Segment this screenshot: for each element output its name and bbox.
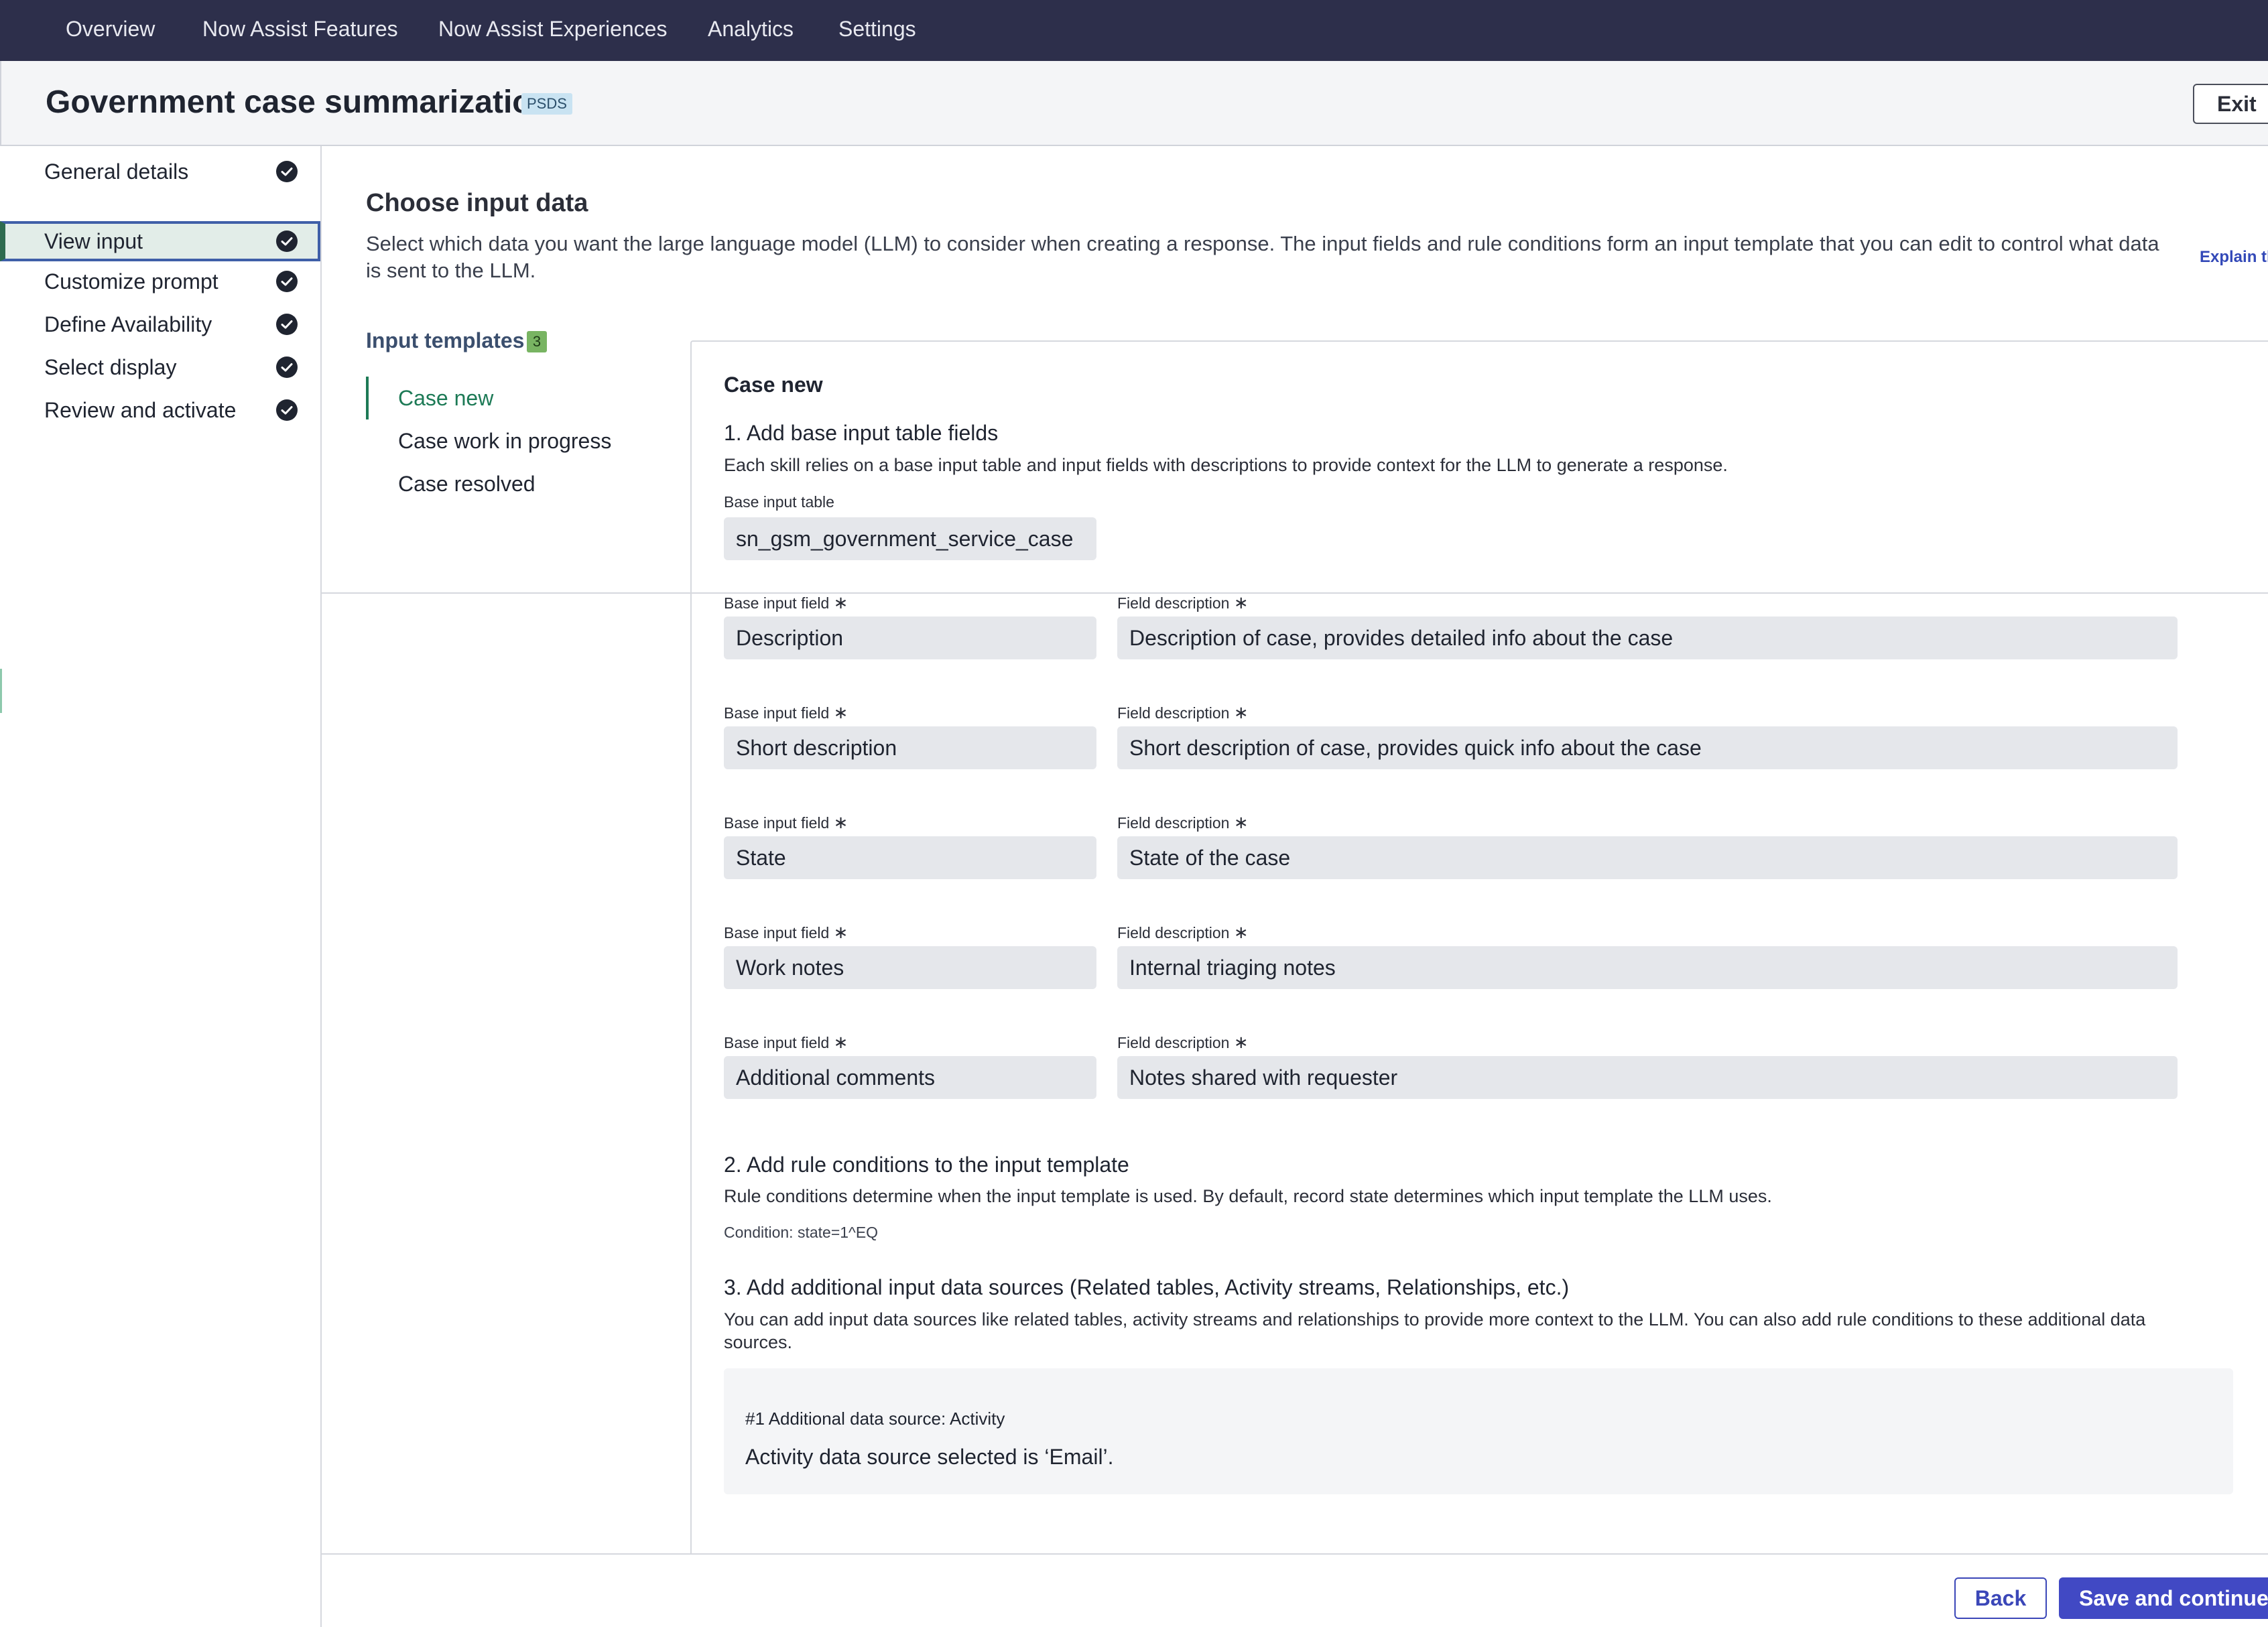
field-description-label: Field description ∗ bbox=[1117, 812, 1249, 832]
base-input-table-field[interactable]: sn_gsm_government_service_case bbox=[724, 517, 1096, 560]
step-view-input[interactable]: View input bbox=[0, 221, 320, 261]
step-define-availability[interactable]: Define Availability bbox=[0, 304, 320, 344]
field-description-input[interactable]: Description of case, provides detailed i… bbox=[1117, 616, 2178, 659]
field-description-input[interactable]: Short description of case, provides quic… bbox=[1117, 726, 2178, 769]
nav-settings[interactable]: Settings bbox=[838, 0, 916, 61]
step-customize-prompt[interactable]: Customize prompt bbox=[0, 261, 320, 302]
sidebar-divider bbox=[320, 146, 322, 1627]
step-general-details[interactable]: General details bbox=[0, 151, 320, 192]
rule-condition: Condition: state=1^EQ bbox=[724, 1224, 879, 1241]
additional-source-box bbox=[724, 1368, 2233, 1494]
field-description-label: Field description ∗ bbox=[1117, 922, 1249, 942]
additional-source-title: #1 Additional data source: Activity bbox=[745, 1409, 1005, 1429]
page-header: Government case summarization PSDS Exit bbox=[0, 61, 2268, 146]
step-label: View input bbox=[44, 229, 143, 253]
sidebar-accent bbox=[0, 669, 2, 713]
base-input-field[interactable]: State bbox=[724, 836, 1096, 879]
field-description-input[interactable]: Internal triaging notes bbox=[1117, 946, 2178, 989]
template-case-work-in-progress[interactable]: Case work in progress bbox=[366, 419, 611, 462]
base-input-field-label: Base input field ∗ bbox=[724, 702, 848, 722]
section1-title: 1. Add base input table fields bbox=[724, 421, 999, 445]
section1-description: Each skill relies on a base input table … bbox=[724, 455, 1728, 475]
templates-count-badge: 3 bbox=[527, 331, 547, 352]
check-circle-icon bbox=[276, 314, 298, 335]
section-title: Choose input data bbox=[366, 189, 588, 217]
page-title: Government case summarization bbox=[46, 84, 552, 120]
field-description-label: Field description ∗ bbox=[1117, 702, 1249, 722]
base-input-field[interactable]: Short description bbox=[724, 726, 1096, 769]
back-button[interactable]: Back bbox=[1954, 1577, 2047, 1619]
base-input-field-label: Base input field ∗ bbox=[724, 922, 848, 942]
template-case-new[interactable]: Case new bbox=[366, 377, 493, 419]
section2-description: Rule conditions determine when the input… bbox=[724, 1186, 1772, 1206]
explain-link[interactable]: Explain th bbox=[2200, 248, 2268, 267]
section3-title: 3. Add additional input data sources (Re… bbox=[724, 1275, 1570, 1299]
save-and-continue-button[interactable]: Save and continue bbox=[2059, 1577, 2268, 1619]
card-title: Case new bbox=[724, 373, 823, 397]
check-circle-icon bbox=[276, 161, 298, 182]
field-description-input[interactable]: Notes shared with requester bbox=[1117, 1056, 2178, 1099]
input-templates-title: Input templates bbox=[366, 328, 525, 352]
field-description-label: Field description ∗ bbox=[1117, 1032, 1249, 1052]
check-circle-icon bbox=[276, 271, 298, 292]
step-label: Review and activate bbox=[44, 398, 237, 422]
section3-description: You can add input data sources like rela… bbox=[724, 1309, 2146, 1352]
check-circle-icon bbox=[276, 399, 298, 421]
nav-analytics[interactable]: Analytics bbox=[708, 0, 794, 61]
nav-now-assist-features[interactable]: Now Assist Features bbox=[202, 0, 398, 61]
scroll-divider bbox=[322, 592, 2268, 594]
section2-title: 2. Add rule conditions to the input temp… bbox=[724, 1153, 1129, 1177]
exit-button[interactable]: Exit bbox=[2193, 84, 2268, 124]
step-review-and-activate[interactable]: Review and activate bbox=[0, 390, 320, 430]
base-input-field-label: Base input field ∗ bbox=[724, 812, 848, 832]
top-nav: Overview Now Assist Features Now Assist … bbox=[0, 0, 2268, 61]
footer-divider bbox=[322, 1553, 2268, 1555]
base-input-field-label: Base input field ∗ bbox=[724, 1032, 848, 1052]
section-description: Select which data you want the large lan… bbox=[366, 232, 2159, 282]
psds-badge: PSDS bbox=[521, 93, 572, 115]
template-case-resolved[interactable]: Case resolved bbox=[366, 462, 536, 505]
check-circle-icon bbox=[276, 356, 298, 378]
step-label: Define Availability bbox=[44, 312, 212, 336]
field-description-input[interactable]: State of the case bbox=[1117, 836, 2178, 879]
nav-now-assist-experiences[interactable]: Now Assist Experiences bbox=[438, 0, 667, 61]
base-input-field-label: Base input field ∗ bbox=[724, 592, 848, 612]
base-input-field[interactable]: Additional comments bbox=[724, 1056, 1096, 1099]
step-select-display[interactable]: Select display bbox=[0, 347, 320, 387]
field-description-label: Field description ∗ bbox=[1117, 592, 1249, 612]
check-circle-icon bbox=[276, 231, 298, 252]
additional-source-text: Activity data source selected is ‘Email’… bbox=[745, 1445, 1114, 1469]
step-label: Select display bbox=[44, 355, 177, 379]
nav-overview[interactable]: Overview bbox=[66, 0, 155, 61]
step-label: General details bbox=[44, 159, 189, 184]
base-input-field[interactable]: Work notes bbox=[724, 946, 1096, 989]
step-label: Customize prompt bbox=[44, 269, 218, 294]
base-input-field[interactable]: Description bbox=[724, 616, 1096, 659]
base-input-table-label: Base input table bbox=[724, 493, 834, 511]
